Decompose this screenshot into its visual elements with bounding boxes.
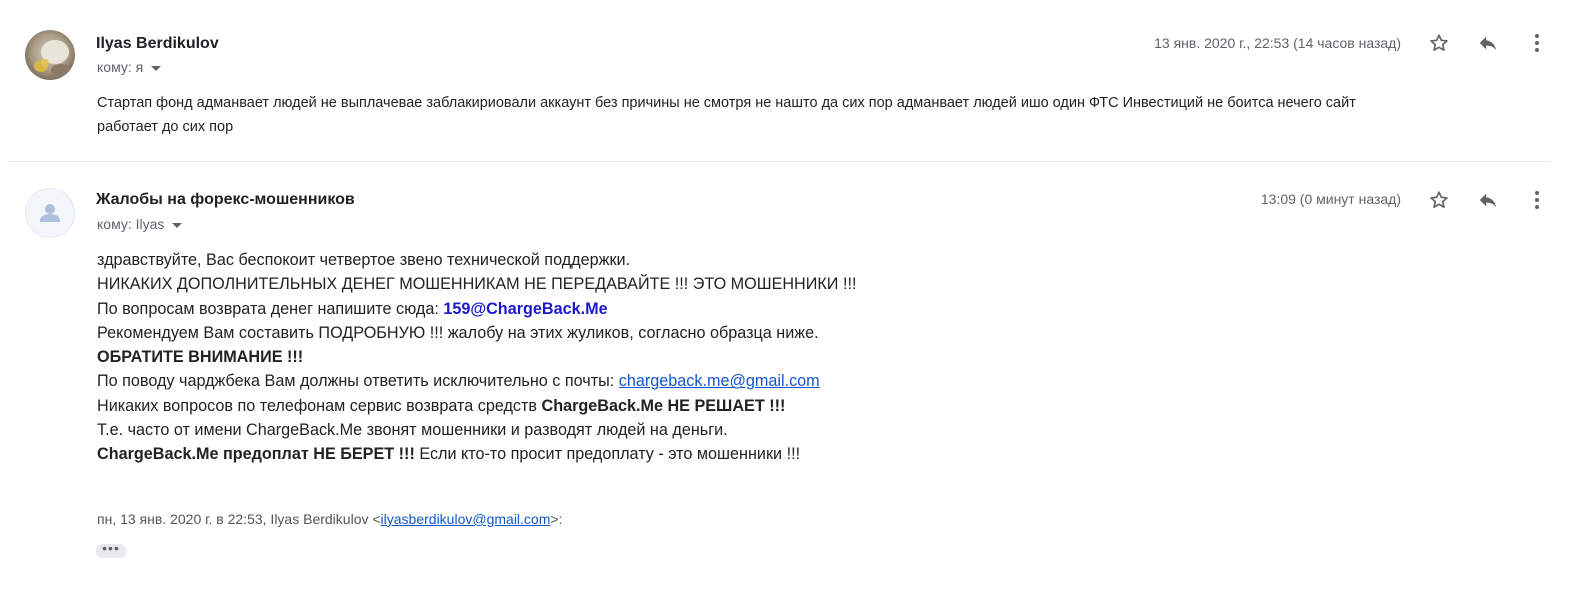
recipient-label: кому: я <box>97 59 144 75</box>
body-line: По вопросам возврата денег напишите сюда… <box>97 297 856 321</box>
sender-avatar[interactable] <box>25 30 75 80</box>
sender-name[interactable]: Жалобы на форекс-мошенников <box>96 191 355 209</box>
recipient-label: кому: Ilyas <box>97 216 165 232</box>
body-line: ОБРАТИТЕ ВНИМАНИЕ !!! <box>97 345 856 369</box>
body-line: По поводу чарджбека Вам должны ответить … <box>97 369 856 393</box>
message-body: здравствуйте, Вас беспокоит четвертое зв… <box>97 248 856 467</box>
body-line: Стартап фонд адманвает людей не выплачев… <box>97 95 1356 111</box>
body-line: работает до сих пор <box>97 119 234 135</box>
sender-name[interactable]: Ilyas Berdikulov <box>96 35 219 53</box>
body-line: НИКАКИХ ДОПОЛНИТЕЛЬНЫХ ДЕНЕГ МОШЕННИКАМ … <box>97 275 857 294</box>
star-icon[interactable] <box>1427 188 1451 212</box>
recipient-details[interactable]: кому: я <box>97 59 162 75</box>
show-trimmed-content-button[interactable]: ••• <box>96 541 126 558</box>
chargeback-email-link[interactable]: chargeback.me@gmail.com <box>619 372 820 390</box>
message-date: 13:09 (0 минут назад) <box>1260 191 1401 207</box>
refund-email-link[interactable]: 159@ChargeBack.Me <box>443 300 607 318</box>
body-text: По вопросам возврата денег напишите сюда… <box>97 299 444 318</box>
more-vert-icon[interactable] <box>1525 31 1549 55</box>
quote-suffix: >: <box>550 511 563 527</box>
body-text: Если кто-то просит предоплату - это моше… <box>414 445 801 464</box>
chevron-down-icon[interactable] <box>151 65 162 71</box>
quoted-header: пн, 13 янв. 2020 г. в 22:53, Ilyas Berdi… <box>97 511 562 527</box>
body-bold-text: ОБРАТИТЕ ВНИМАНИЕ !!! <box>97 348 304 367</box>
message-divider <box>8 161 1550 162</box>
message-body: Стартап фонд адманвает людей не выплачев… <box>97 91 1527 139</box>
reply-icon[interactable] <box>1476 31 1500 55</box>
body-text: Никаких вопросов по телефонам сервис воз… <box>97 396 542 415</box>
body-line: Никаких вопросов по телефонам сервис воз… <box>97 394 856 418</box>
star-icon[interactable] <box>1427 31 1451 55</box>
quote-prefix: пн, 13 янв. 2020 г. в 22:53, Ilyas Berdi… <box>97 511 381 527</box>
more-vert-icon[interactable] <box>1525 188 1549 212</box>
body-line: здравствуйте, Вас беспокоит четвертое зв… <box>97 251 631 269</box>
body-line: ChargeBack.Me предоплат НЕ БЕРЕТ !!! Есл… <box>97 442 856 466</box>
body-bold-text: ChargeBack.Me предоплат НЕ БЕРЕТ !!! <box>97 445 415 464</box>
chevron-down-icon[interactable] <box>172 222 183 228</box>
reply-icon[interactable] <box>1476 188 1500 212</box>
message-date: 13 янв. 2020 г., 22:53 (14 часов назад) <box>1154 35 1401 51</box>
sender-avatar[interactable] <box>25 188 75 238</box>
body-line: Рекомендуем Вам составить ПОДРОБНУЮ !!! … <box>97 323 819 342</box>
quote-email-link[interactable]: ilyasberdikulov@gmail.com <box>381 511 551 527</box>
recipient-details[interactable]: кому: Ilyas <box>97 216 183 232</box>
body-bold-text: ChargeBack.Me НЕ РЕШАЕТ !!! <box>541 396 786 415</box>
body-text: По поводу чарджбека Вам должны ответить … <box>97 372 619 391</box>
body-line: Т.е. часто от имени ChargeBack.Me звонят… <box>97 421 728 440</box>
